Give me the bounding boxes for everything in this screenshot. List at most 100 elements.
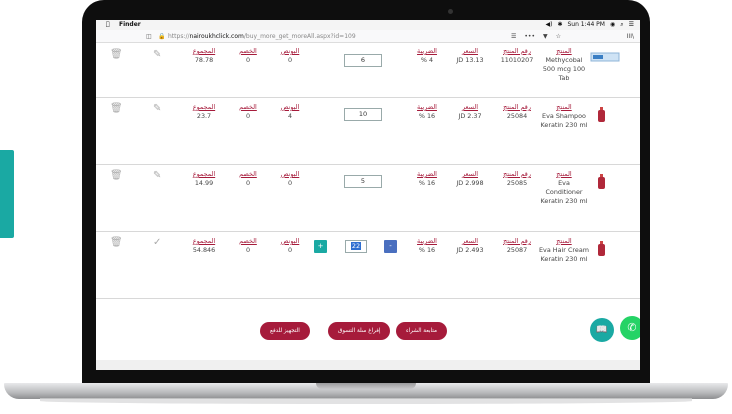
url-text[interactable]: https://nairoukhclick.com/buy_more_get_m… bbox=[168, 30, 356, 43]
laptop-mockup:  Finder ◀) ✱ Sun 1:44 PM ◉ ⌕ ☰ ◫ 🔒 http… bbox=[0, 0, 732, 414]
browser-url-bar: ◫ 🔒 https://nairoukhclick.com/buy_more_g… bbox=[96, 30, 640, 43]
bonus-label[interactable]: البونص bbox=[272, 47, 308, 56]
price-label[interactable]: السعر bbox=[448, 237, 492, 246]
laptop-notch bbox=[316, 383, 416, 389]
pencil-icon[interactable]: ✎ bbox=[153, 170, 161, 181]
product-image[interactable] bbox=[595, 240, 609, 258]
tax-value: % 4 bbox=[420, 56, 434, 64]
code-label[interactable]: رقم المنتج bbox=[496, 170, 538, 179]
tax-label[interactable]: الضريبة bbox=[409, 47, 445, 56]
total-label[interactable]: المجموع bbox=[186, 237, 222, 246]
book-icon[interactable]: 📖 bbox=[590, 318, 614, 342]
check-circle-icon[interactable]: ✓︎ bbox=[153, 237, 161, 248]
app-name[interactable]: Finder bbox=[119, 20, 141, 30]
code-label[interactable]: رقم المنتج bbox=[496, 103, 538, 112]
product-name: Eva Hair Cream Keratin 230 ml bbox=[539, 246, 589, 263]
product-label[interactable]: المنتج bbox=[539, 47, 589, 56]
quantity-input[interactable]: 6 bbox=[344, 54, 382, 67]
product-label[interactable]: المنتج bbox=[539, 237, 589, 246]
quantity-input[interactable]: 10 bbox=[344, 108, 382, 121]
tax-value: % 16 bbox=[418, 112, 436, 120]
product-image[interactable] bbox=[595, 106, 609, 124]
trash-icon[interactable]: 🗑 bbox=[110, 49, 123, 60]
search-icon[interactable]: ⌕ bbox=[620, 20, 623, 30]
quantity-input[interactable]: 22 bbox=[345, 240, 367, 253]
table-row: المنتج Methycobal 500 mcg 100 Tab رقم الم… bbox=[96, 43, 640, 98]
bonus-value: 4 bbox=[287, 112, 293, 120]
product-name: Eva Conditioner Keratin 230 ml bbox=[540, 179, 588, 205]
mac-menubar:  Finder ◀) ✱ Sun 1:44 PM ◉ ⌕ ☰ bbox=[96, 20, 640, 30]
total-label[interactable]: المجموع bbox=[186, 103, 222, 112]
table-row: المنتج Eva Conditioner Keratin 230 ml رقم… bbox=[96, 165, 640, 232]
decrement-button[interactable]: - bbox=[384, 240, 397, 253]
price-label[interactable]: السعر bbox=[448, 47, 492, 56]
quantity-input[interactable]: 5 bbox=[344, 175, 382, 188]
tax-label[interactable]: الضريبة bbox=[409, 170, 445, 179]
product-code: 25087 bbox=[506, 246, 528, 254]
code-label[interactable]: رقم المنتج bbox=[496, 47, 538, 56]
pencil-icon[interactable]: ✎ bbox=[153, 49, 161, 60]
whatsapp-icon[interactable]: ✆ bbox=[620, 316, 640, 340]
total-label[interactable]: المجموع bbox=[186, 47, 222, 56]
empty-cart-button[interactable]: إفراغ سلة التسوق bbox=[328, 322, 391, 340]
discount-value: 0 bbox=[245, 246, 251, 254]
discount-label[interactable]: الخصم bbox=[233, 170, 263, 179]
product-image[interactable] bbox=[595, 173, 609, 191]
total-label[interactable]: المجموع bbox=[186, 170, 222, 179]
discount-label[interactable]: الخصم bbox=[233, 237, 263, 246]
price-value: JD 2.493 bbox=[456, 246, 484, 254]
code-label[interactable]: رقم المنتج bbox=[496, 237, 538, 246]
product-name: Eva Shampoo Keratin 230 ml bbox=[540, 112, 588, 129]
menu-icon[interactable]: ☰ bbox=[629, 20, 634, 30]
trash-icon[interactable]: 🗑 bbox=[110, 170, 123, 181]
discount-label[interactable]: الخصم bbox=[233, 103, 263, 112]
bluetooth-icon[interactable]: ✱ bbox=[557, 20, 562, 30]
continue-shopping-button[interactable]: متابعة الشراء bbox=[396, 322, 447, 340]
product-image[interactable] bbox=[590, 51, 620, 63]
discount-value: 0 bbox=[245, 179, 251, 187]
page-footer-strip bbox=[96, 360, 640, 370]
volume-icon[interactable]: ◀) bbox=[545, 20, 552, 30]
discount-value: 0 bbox=[245, 56, 251, 64]
product-code: 25085 bbox=[506, 179, 528, 187]
product-code: 11010207 bbox=[500, 56, 534, 64]
trash-icon[interactable]: 🗑 bbox=[110, 237, 123, 248]
tax-value: % 16 bbox=[418, 246, 436, 254]
bonus-label[interactable]: البونص bbox=[272, 170, 308, 179]
product-label[interactable]: المنتج bbox=[539, 170, 589, 179]
bonus-label[interactable]: البونص bbox=[272, 103, 308, 112]
bonus-value: 0 bbox=[287, 179, 293, 187]
price-label[interactable]: السعر bbox=[448, 170, 492, 179]
clock[interactable]: Sun 1:44 PM bbox=[567, 20, 605, 30]
menubar-status: ◀) ✱ Sun 1:44 PM ◉ ⌕ ☰ bbox=[545, 20, 634, 30]
bonus-value: 0 bbox=[287, 246, 293, 254]
shield-icon[interactable]: ◫ bbox=[146, 30, 152, 43]
wifi-icon[interactable]: ◉ bbox=[610, 20, 615, 30]
library-icon[interactable]: III\ bbox=[627, 30, 634, 43]
pocket-icon[interactable]: ▼ bbox=[543, 30, 548, 43]
camera-dot bbox=[448, 9, 453, 14]
increment-button[interactable]: + bbox=[314, 240, 327, 253]
tax-label[interactable]: الضريبة bbox=[409, 237, 445, 246]
laptop-shadow bbox=[40, 398, 692, 404]
reader-icon[interactable]: ☰ bbox=[511, 30, 516, 43]
star-icon[interactable]: ☆ bbox=[556, 30, 561, 43]
tax-label[interactable]: الضريبة bbox=[409, 103, 445, 112]
apple-icon[interactable]:  bbox=[106, 20, 110, 30]
trash-icon[interactable]: 🗑 bbox=[110, 103, 123, 114]
price-label[interactable]: السعر bbox=[448, 103, 492, 112]
screen:  Finder ◀) ✱ Sun 1:44 PM ◉ ⌕ ☰ ◫ 🔒 http… bbox=[96, 20, 640, 370]
product-label[interactable]: المنتج bbox=[539, 103, 589, 112]
pencil-icon[interactable]: ✎ bbox=[153, 103, 161, 114]
total-value: 78.78 bbox=[194, 56, 214, 64]
table-row: المنتج Eva Shampoo Keratin 230 ml رقم الم… bbox=[96, 98, 640, 165]
bonus-label[interactable]: البونص bbox=[272, 237, 308, 246]
checkout-button[interactable]: التجهيز للدفع bbox=[260, 322, 310, 340]
price-value: JD 2.37 bbox=[458, 112, 482, 120]
url-actions: ☰ ••• ▼ ☆ bbox=[511, 30, 561, 43]
discount-label[interactable]: الخصم bbox=[233, 47, 263, 56]
product-name: Methycobal 500 mcg 100 Tab bbox=[542, 56, 586, 82]
product-code: 25084 bbox=[506, 112, 528, 120]
teal-side-tab[interactable] bbox=[0, 150, 14, 238]
more-icon[interactable]: ••• bbox=[524, 30, 535, 43]
